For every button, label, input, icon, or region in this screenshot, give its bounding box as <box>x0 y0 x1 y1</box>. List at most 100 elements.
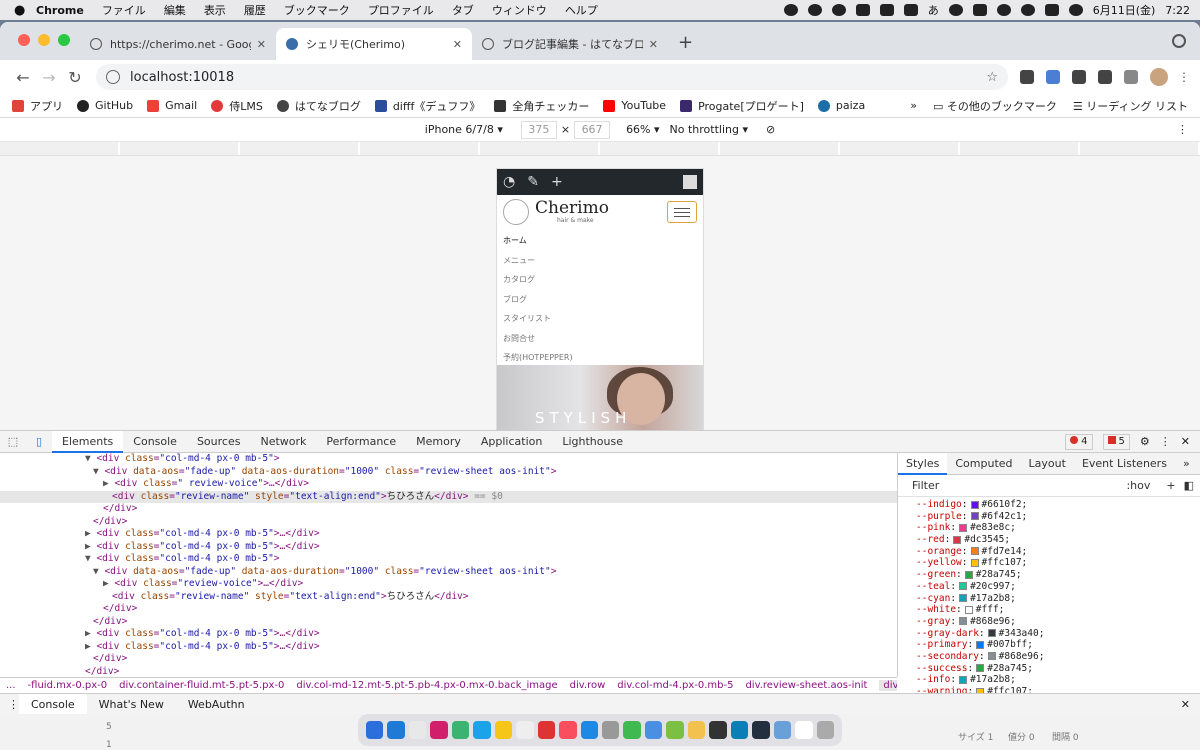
siri-icon[interactable] <box>1068 4 1083 16</box>
color-swatch[interactable] <box>959 523 968 532</box>
ruler-segment[interactable] <box>240 142 360 155</box>
menu-window[interactable]: ウィンドウ <box>492 2 547 18</box>
back-icon[interactable]: ← <box>10 68 36 87</box>
dock-app-icon[interactable] <box>644 721 663 739</box>
color-swatch[interactable] <box>970 500 979 509</box>
drawer-tab-webauthn[interactable]: WebAuthn <box>176 694 257 715</box>
spotlight-icon[interactable] <box>1020 4 1035 16</box>
tab-memory[interactable]: Memory <box>406 431 471 453</box>
dom-node-line[interactable]: </div> <box>0 653 897 666</box>
device-options-icon[interactable]: ⋮ <box>1177 123 1188 136</box>
dock-app-icon[interactable] <box>709 721 727 739</box>
dom-node-line[interactable]: </div> <box>0 503 897 516</box>
wifi-icon[interactable] <box>996 4 1011 16</box>
menu-bookmarks[interactable]: ブックマーク <box>284 2 350 18</box>
tab-styles[interactable]: Styles <box>898 452 948 475</box>
css-variable[interactable]: --white: #fff; <box>916 604 1200 616</box>
status-app-icon[interactable] <box>783 4 798 16</box>
zoom-select[interactable]: 66% ▾ <box>626 123 659 136</box>
color-swatch[interactable] <box>970 512 979 521</box>
color-swatch[interactable] <box>959 675 968 684</box>
device-height-input[interactable]: 667 <box>574 120 611 139</box>
tab-sources[interactable]: Sources <box>187 431 251 453</box>
menu-file[interactable]: ファイル <box>102 2 146 18</box>
dock-app-icon[interactable] <box>408 721 427 739</box>
tab-event-listeners[interactable]: Event Listeners <box>1074 453 1175 475</box>
zoom-window-button[interactable] <box>58 34 70 46</box>
dock-app-icon[interactable] <box>537 721 556 739</box>
device-select[interactable]: iPhone 6/7/8 ▾ <box>425 123 503 136</box>
breadcrumb-item[interactable]: div.col-md-4.px-0.mb-5 <box>617 680 733 691</box>
breadcrumb-item[interactable]: div.container-fluid.mt-5.pt-5.px-0 <box>119 680 284 691</box>
nav-stylist[interactable]: スタイリスト <box>503 309 697 329</box>
dom-node-line[interactable]: ▶ <div class="col-md-4 px-0 mb-5">…</div… <box>0 641 897 654</box>
puzzle-icon[interactable] <box>1098 70 1112 84</box>
device-width-input[interactable]: 375 <box>520 120 557 139</box>
dock-app-icon[interactable] <box>451 721 470 739</box>
dock-app-icon[interactable] <box>387 721 405 739</box>
color-swatch[interactable] <box>970 558 979 567</box>
css-variable[interactable]: --yellow: #ffc107; <box>916 557 1200 569</box>
color-swatch[interactable] <box>976 640 985 649</box>
dom-node-line[interactable]: </div> <box>0 616 897 629</box>
apple-icon[interactable]: ● <box>14 3 36 18</box>
dock-app-icon[interactable] <box>473 721 491 739</box>
expand-toggle-icon[interactable]: ▶ <box>103 478 114 489</box>
other-bookmarks[interactable]: ▭ その他のブックマーク <box>933 98 1057 114</box>
control-center-icon[interactable] <box>1044 4 1059 16</box>
ruler-segment[interactable] <box>720 142 840 155</box>
dock-app-icon[interactable] <box>687 721 706 739</box>
reading-list[interactable]: ☰ リーディング リスト <box>1073 98 1188 114</box>
menu-app-name[interactable]: Chrome <box>36 4 84 17</box>
expand-toggle-icon[interactable]: ▼ <box>93 566 104 577</box>
throttle-select[interactable]: No throttling ▾ <box>670 123 748 136</box>
close-devtools-icon[interactable]: ✕ <box>1181 435 1190 448</box>
elements-tree[interactable]: ▼ <div class="col-md-4 px-0 mb-5"> ▼ <div… <box>0 453 897 677</box>
css-variable[interactable]: --red: #dc3545; <box>916 534 1200 546</box>
dock-app-icon[interactable] <box>430 721 448 739</box>
devtools-menu-icon[interactable]: ⋮ <box>1160 435 1171 448</box>
bookmark-paiza[interactable]: paiza <box>817 99 865 112</box>
bookmark-youtube[interactable]: YouTube <box>603 99 666 112</box>
ruler-segment[interactable] <box>0 142 120 155</box>
close-tab-icon[interactable]: ✕ <box>649 38 658 51</box>
nav-home[interactable]: ホーム <box>503 231 697 251</box>
close-tab-icon[interactable]: ✕ <box>453 38 462 51</box>
extension-icon[interactable] <box>1020 70 1034 84</box>
profile-avatar[interactable] <box>1150 68 1168 86</box>
bookmark-gmail[interactable]: Gmail <box>147 99 197 112</box>
chrome-menu-icon[interactable]: ⋮ <box>1178 70 1190 84</box>
dom-node-line[interactable]: </div> <box>0 603 897 616</box>
ruler-segment[interactable] <box>840 142 960 155</box>
bookmark-progate[interactable]: Progate[プロゲート] <box>680 98 804 114</box>
new-tab-button[interactable]: + <box>678 32 693 53</box>
css-variable[interactable]: --orange: #fd7e14; <box>916 546 1200 558</box>
menubar-time[interactable]: 7:22 <box>1165 4 1190 17</box>
tab-elements[interactable]: Elements <box>52 430 124 453</box>
nav-blog[interactable]: ブログ <box>503 290 697 310</box>
bookmark-zenkaku[interactable]: 全角チェッカー <box>494 98 589 114</box>
drawer-tab-console[interactable]: Console <box>19 693 87 714</box>
bookmark-star-icon[interactable]: ☆ <box>986 70 998 85</box>
bookmark-samurai[interactable]: 侍LMS <box>211 98 263 114</box>
dom-node-line[interactable]: </div> <box>0 516 897 529</box>
tab-lighthouse[interactable]: Lighthouse <box>552 431 633 453</box>
menu-profile[interactable]: プロファイル <box>368 2 434 18</box>
dock-app-icon[interactable] <box>366 721 384 739</box>
color-swatch[interactable] <box>976 664 985 673</box>
css-variable[interactable]: --green: #28a745; <box>916 569 1200 581</box>
bookmark-difff[interactable]: difff《デュフフ》 <box>374 98 480 114</box>
dom-node-line[interactable]: <div class="review-name" style="text-ali… <box>0 591 897 604</box>
dom-node-line[interactable]: ▼ <div class="col-md-4 px-0 mb-5"> <box>0 553 897 566</box>
tab-google-search[interactable]: https://cherimo.net - Google 検索 ✕ <box>80 28 276 60</box>
expand-toggle-icon[interactable]: ▶ <box>85 541 96 552</box>
close-window-button[interactable] <box>18 34 30 46</box>
css-variable[interactable]: --indigo: #6610f2; <box>916 499 1200 511</box>
close-drawer-icon[interactable]: ✕ <box>1181 698 1190 711</box>
dock-app-icon[interactable] <box>559 721 577 739</box>
admin-avatar[interactable] <box>683 175 697 189</box>
drawer-tab-whats-new[interactable]: What's New <box>87 694 176 715</box>
dock-app-icon[interactable] <box>623 721 641 739</box>
settings-gear-icon[interactable]: ⚙ <box>1140 435 1150 448</box>
css-variable[interactable]: --gray-dark: #343a40; <box>916 628 1200 640</box>
